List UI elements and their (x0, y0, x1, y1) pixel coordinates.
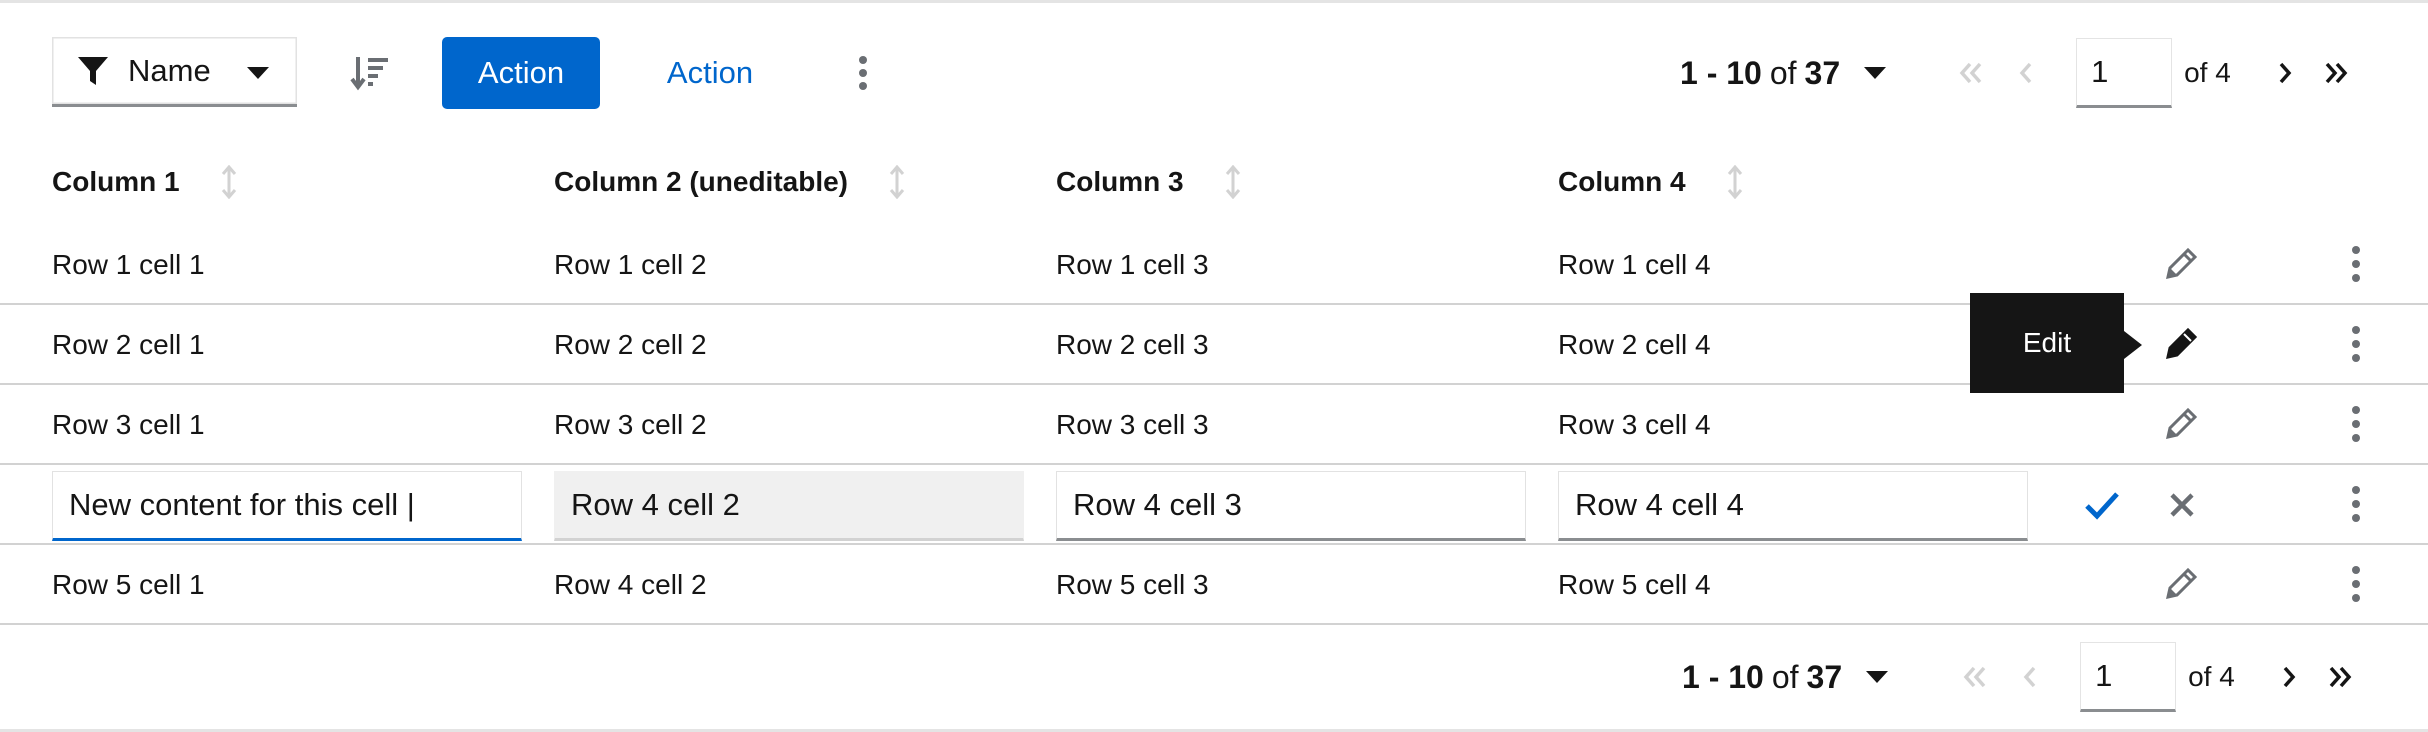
table-cell: Row 4 cell 2 (554, 569, 707, 600)
table-cell: Row 5 cell 1 (52, 569, 205, 600)
toolbar-kebab-icon[interactable] (850, 55, 876, 91)
first-page-icon[interactable] (1960, 663, 1988, 691)
filter-select-label: Name (128, 52, 211, 88)
column-header-1: Column 1 (52, 165, 238, 199)
cell-3-edit-input[interactable]: Row 4 cell 3 (1056, 471, 1526, 541)
table-cell: Row 1 cell 2 (554, 249, 707, 280)
row-kebab-icon[interactable] (2346, 245, 2366, 283)
filter-icon (78, 56, 108, 85)
pagination-range: 1 - 10 (1682, 658, 1764, 695)
pagination-pages-label: of 4 (2188, 661, 2235, 692)
first-page-icon[interactable] (1956, 59, 1984, 87)
row-kebab-icon[interactable] (2346, 325, 2366, 363)
edit-tooltip: Edit (1970, 293, 2142, 393)
pencil-icon[interactable] (2162, 563, 2202, 603)
pagination-of: of (1771, 658, 1799, 695)
caret-down-icon (1864, 67, 1887, 79)
tooltip-text: Edit (2022, 327, 2072, 358)
table-cell: Row 1 cell 1 (52, 249, 205, 280)
table-row: Row 5 cell 1 Row 4 cell 2 Row 5 cell 3 R… (0, 545, 2428, 625)
table-row: Row 3 cell 1 Row 3 cell 2 Row 3 cell 3 R… (0, 385, 2428, 465)
pagination-of: of (1769, 54, 1797, 91)
column-header-label: Column 4 (1558, 166, 1686, 197)
table-cell: Row 2 cell 1 (52, 329, 205, 360)
row-kebab-icon[interactable] (2346, 565, 2366, 603)
table-cell: Row 2 cell 3 (1056, 329, 1209, 360)
table-cell: Row 1 cell 4 (1558, 249, 1711, 280)
caret-down-icon (247, 67, 269, 79)
sort-toggle-icon[interactable] (888, 165, 906, 199)
row-kebab-icon[interactable] (2346, 485, 2366, 523)
pagination-pages-label: of 4 (2184, 57, 2231, 88)
cell-1-edit-input[interactable]: New content for this cell | (52, 471, 522, 541)
filter-select[interactable]: Name (52, 37, 297, 107)
save-check-icon[interactable] (2082, 485, 2122, 525)
page-number-input[interactable]: 1 (2080, 642, 2177, 712)
pagination-range: 1 - 10 (1680, 54, 1762, 91)
pagination-total: 37 (1804, 54, 1841, 91)
toolbar: Name Action Action 1 - 10 of 37 1 of 4 (0, 3, 2428, 109)
table-cell: Row 2 cell 4 (1558, 329, 1711, 360)
table-cell: Row 5 cell 3 (1056, 569, 1209, 600)
cell-2-readonly-field: Row 4 cell 2 (554, 471, 1024, 541)
table-row-editing: New content for this cell | Row 4 cell 2… (0, 465, 2428, 545)
pencil-icon[interactable] (2162, 323, 2202, 363)
pagination-range-toggle[interactable]: 1 - 10 of 37 (1682, 658, 1889, 696)
table-cell: Row 1 cell 3 (1056, 249, 1209, 280)
table-cell: Row 2 cell 2 (554, 329, 707, 360)
sort-icon[interactable] (350, 53, 390, 93)
pagination-bottom: 1 - 10 of 37 1 of 4 (1682, 641, 2355, 713)
sort-toggle-icon[interactable] (1224, 165, 1242, 199)
pencil-icon[interactable] (2162, 403, 2202, 443)
cell-4-edit-input[interactable]: Row 4 cell 4 (1558, 471, 2028, 541)
row-kebab-icon[interactable] (2346, 405, 2366, 443)
tooltip-arrow (2124, 331, 2142, 359)
cancel-x-icon[interactable] (2164, 487, 2200, 523)
page-number-input[interactable]: 1 (2076, 38, 2173, 108)
pagination-range-toggle[interactable]: 1 - 10 of 37 (1680, 54, 1887, 92)
pagination-top: 1 - 10 of 37 1 of 4 (1680, 37, 2351, 109)
table-cell: Row 3 cell 4 (1558, 409, 1711, 440)
pencil-icon[interactable] (2162, 243, 2202, 283)
sort-toggle-icon[interactable] (220, 165, 238, 199)
column-header-3: Column 3 (1056, 165, 1242, 199)
column-header-4: Column 4 (1558, 165, 1744, 199)
table-cell: Row 3 cell 2 (554, 409, 707, 440)
caret-down-icon (1866, 671, 1889, 683)
next-page-icon[interactable] (2271, 59, 2299, 87)
column-header-label: Column 3 (1056, 166, 1184, 197)
table-cell: Row 3 cell 3 (1056, 409, 1209, 440)
next-page-icon[interactable] (2275, 663, 2303, 691)
table-cell: Row 5 cell 4 (1558, 569, 1711, 600)
primary-action-button[interactable]: Action (442, 37, 600, 109)
table-frame: Name Action Action 1 - 10 of 37 1 of 4 C… (0, 0, 2428, 732)
link-action-button[interactable]: Action (640, 37, 780, 109)
sort-toggle-icon[interactable] (1726, 165, 1744, 199)
column-header-2: Column 2 (uneditable) (554, 165, 906, 199)
last-page-icon[interactable] (2323, 59, 2351, 87)
column-header-label: Column 1 (52, 166, 180, 197)
last-page-icon[interactable] (2327, 663, 2355, 691)
pagination-total: 37 (1806, 658, 1843, 695)
column-header-label: Column 2 (uneditable) (554, 166, 848, 197)
previous-page-icon[interactable] (2012, 59, 2040, 87)
table-cell: Row 3 cell 1 (52, 409, 205, 440)
previous-page-icon[interactable] (2016, 663, 2044, 691)
